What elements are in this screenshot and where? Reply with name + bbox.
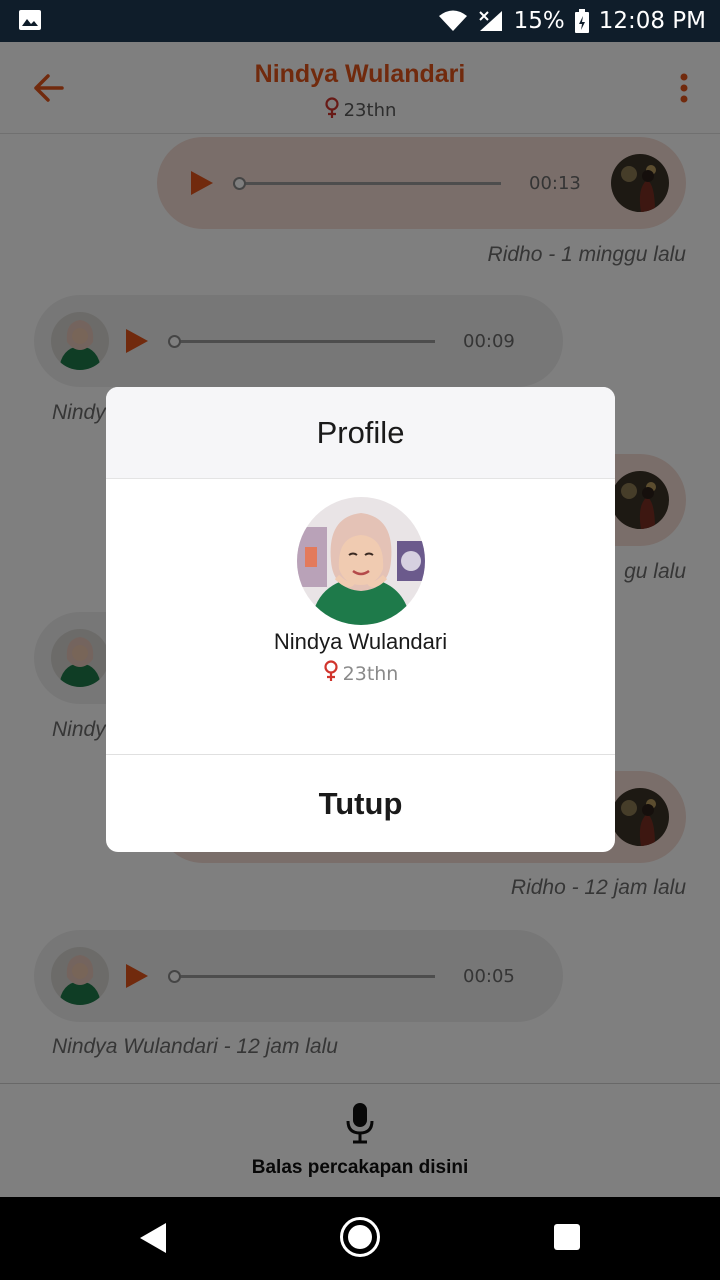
image-icon [18, 9, 42, 31]
dialog-title: Profile [316, 415, 405, 450]
signal-icon [478, 9, 504, 33]
female-icon [323, 660, 339, 687]
profile-name: Nindya Wulandari [273, 629, 448, 654]
profile-dialog: Profile Nindya Wulandari 23thn Tutup [106, 387, 615, 852]
battery-percent: 15% [513, 8, 565, 34]
wifi-icon [438, 9, 468, 33]
clock: 12:08 PM [598, 8, 706, 34]
dialog-header: Profile [106, 387, 615, 479]
nav-recent-icon[interactable] [554, 1224, 580, 1250]
profile-age-row: 23thn [106, 660, 615, 687]
battery-icon [574, 9, 589, 33]
nav-home-icon[interactable] [340, 1217, 380, 1257]
close-button[interactable]: Tutup [106, 755, 615, 852]
status-bar: 15% 12:08 PM [0, 0, 720, 42]
system-nav-bar [0, 1197, 720, 1280]
nav-back-icon[interactable] [138, 1221, 168, 1259]
profile-age: 23thn [342, 662, 399, 685]
profile-photo [297, 497, 425, 625]
